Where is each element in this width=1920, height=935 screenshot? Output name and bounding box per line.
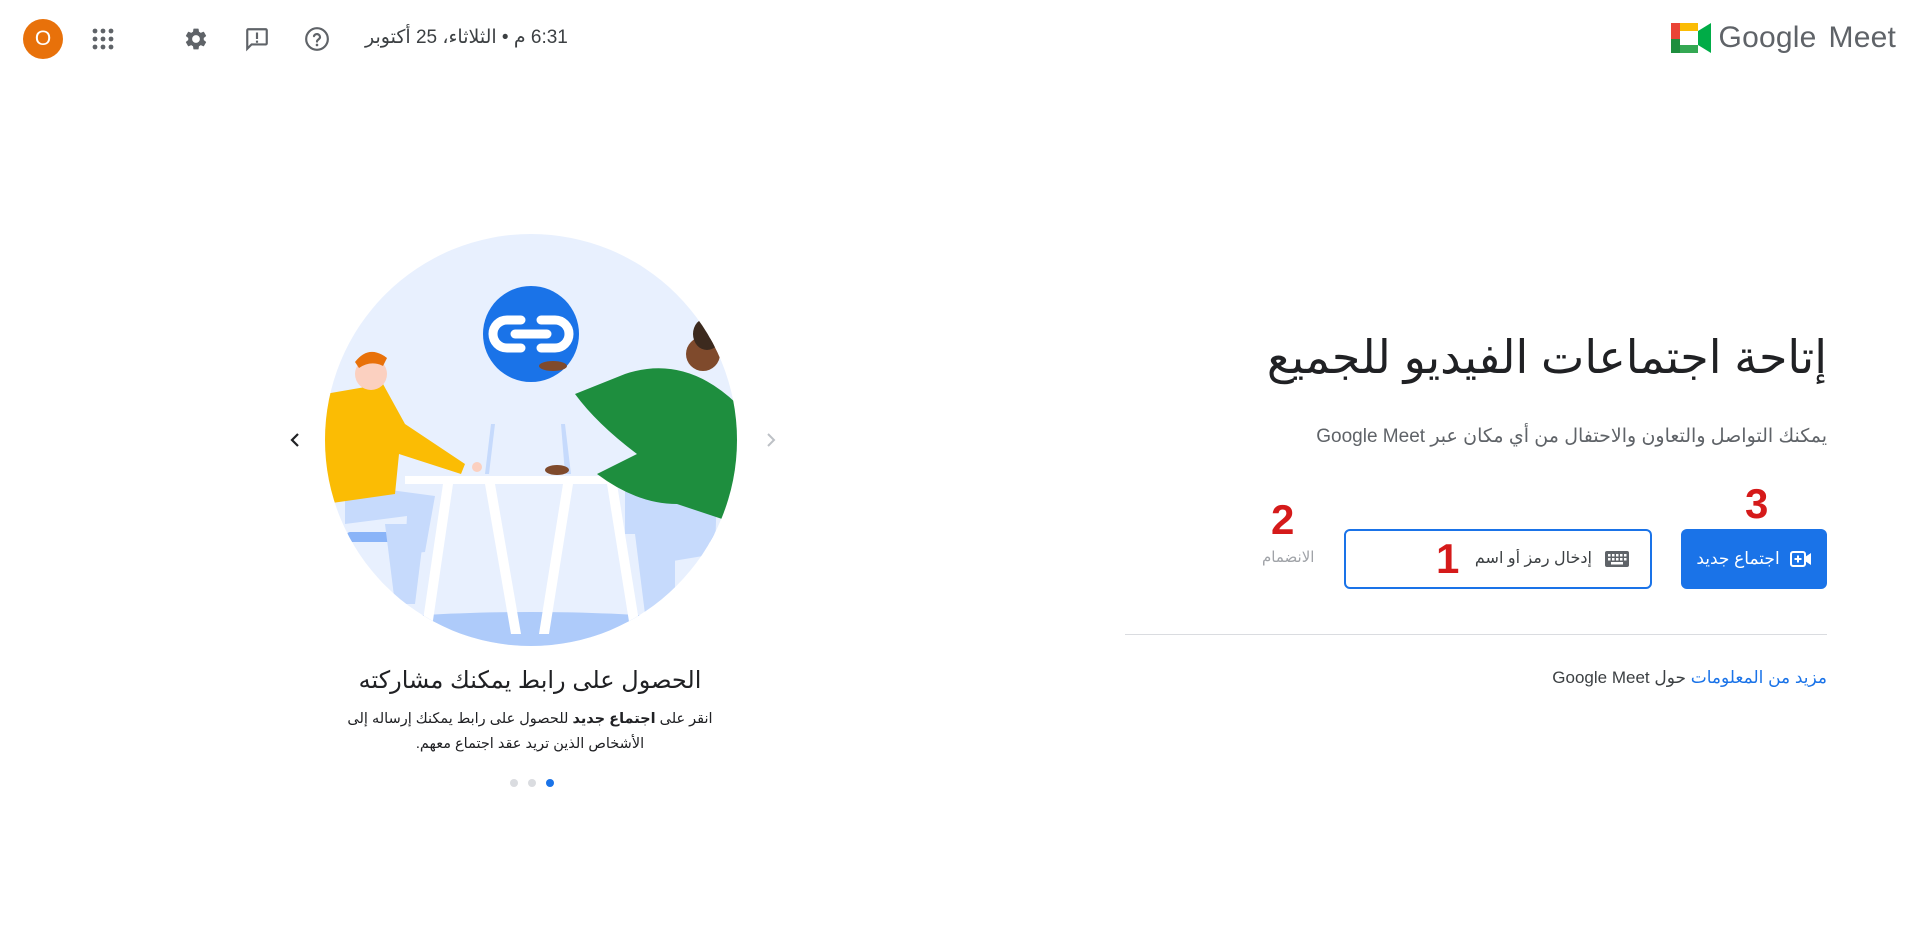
settings-gear-icon[interactable]: [176, 19, 216, 59]
help-icon[interactable]: [297, 19, 337, 59]
carousel-pagination: [510, 779, 554, 787]
carousel-dot-active[interactable]: [546, 779, 554, 787]
page-subtitle: يمكنك التواصل والتعاون والاحتفال من أي م…: [1316, 426, 1827, 447]
meeting-code-field[interactable]: [1344, 529, 1652, 589]
brand-meet-text: Meet: [1828, 21, 1896, 54]
brand-google-text: Google: [1718, 21, 1817, 54]
apps-grid-icon[interactable]: [83, 19, 123, 59]
page-title: إتاحة اجتماعات الفيديو للجميع: [1266, 331, 1827, 383]
carousel-next-button[interactable]: [750, 420, 790, 460]
learn-more-link[interactable]: مزيد من المعلومات: [1691, 668, 1827, 687]
chevron-left-icon: [290, 433, 299, 447]
annotation-marker-2: 2: [1271, 496, 1295, 543]
share-link-illustration: [325, 234, 737, 646]
carousel-slide-description: انقر على اجتماع جديد للحصول على رابط يمك…: [347, 711, 713, 752]
learn-more-line: مزيد من المعلومات حول Google Meet: [1552, 668, 1827, 688]
account-avatar[interactable]: O: [23, 19, 63, 59]
annotation-marker-1: 1: [1436, 535, 1460, 582]
datetime-display: 6:31 م • الثلاثاء، 25 أكتوبر: [365, 27, 568, 48]
google-meet-logo[interactable]: Google Meet: [1670, 18, 1896, 58]
new-meeting-label: اجتماع جديد: [1696, 549, 1780, 568]
new-meeting-button[interactable]: اجتماع جديد: [1681, 529, 1827, 589]
join-button[interactable]: الانضمام: [1262, 548, 1314, 566]
annotation-marker-3: 3: [1745, 480, 1769, 527]
keyboard-icon: [1605, 551, 1629, 567]
carousel-dot[interactable]: [510, 779, 518, 787]
section-divider: [1125, 634, 1827, 635]
video-add-icon: [1789, 551, 1811, 567]
meeting-code-input[interactable]: [1370, 549, 1594, 569]
learn-more-rest: حول Google Meet: [1552, 668, 1686, 687]
chevron-right-icon: [767, 433, 776, 447]
carousel-prev-button[interactable]: [276, 420, 316, 460]
feedback-icon[interactable]: [237, 19, 277, 59]
carousel-slide-title: الحصول على رابط يمكنك مشاركته: [358, 667, 702, 694]
carousel-dot[interactable]: [528, 779, 536, 787]
meet-logo-icon: [1670, 23, 1711, 53]
